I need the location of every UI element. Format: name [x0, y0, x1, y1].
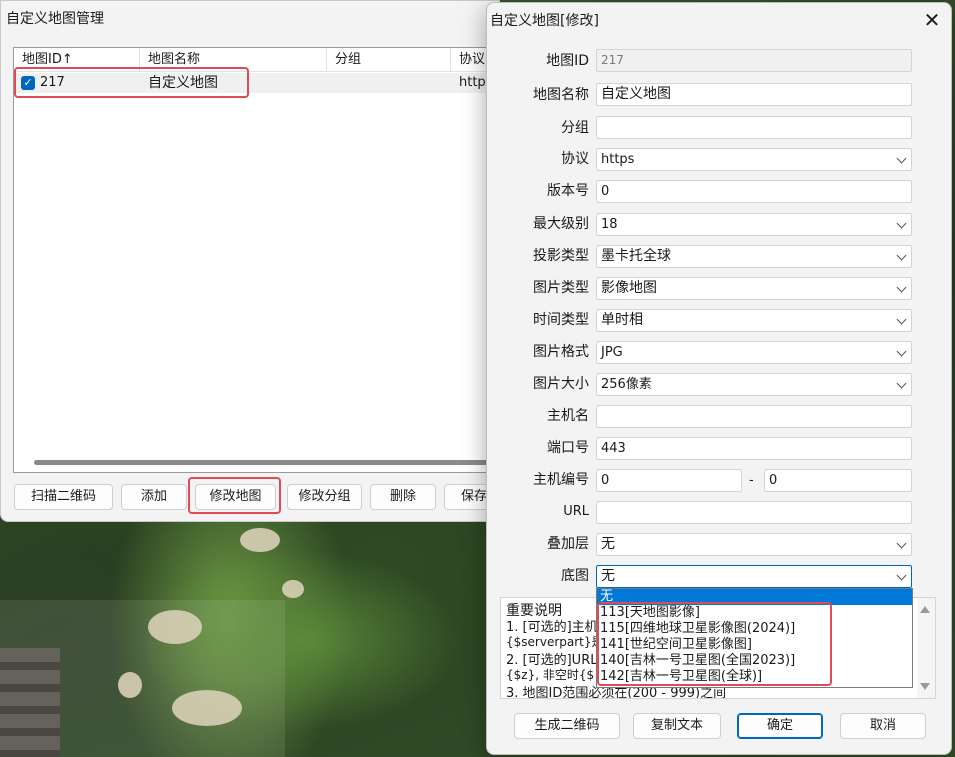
map-name-input[interactable]: 自定义地图 [596, 83, 912, 106]
generate-qr-button[interactable]: 生成二维码 [514, 713, 620, 739]
host-number-to-input[interactable]: 0 [764, 469, 912, 492]
window-title: 自定义地图管理 [6, 11, 104, 27]
map-table[interactable]: 地图ID↑ 地图名称 分组 协议 ✓ 217 自定义地图 https [13, 47, 493, 473]
label-map-id: 地图ID [546, 53, 589, 69]
dialog-title: 自定义地图[修改] [490, 13, 599, 29]
edit-map-dialog: 自定义地图[修改] ✕ 地图ID 217 地图名称 自定义地图 分组 协议 ht… [486, 2, 952, 755]
base-map-select[interactable]: 无 [596, 565, 912, 588]
label-port: 端口号 [547, 440, 589, 456]
url-input[interactable] [596, 501, 912, 524]
map-sand-bunker [282, 580, 304, 598]
label-base-map: 底图 [561, 568, 589, 584]
image-format-select[interactable]: JPG [596, 341, 912, 364]
overlay-select[interactable]: 无 [596, 533, 912, 556]
row-checkbox[interactable]: ✓ [21, 76, 35, 90]
modify-map-button[interactable]: 修改地图 [195, 484, 276, 510]
map-sand-bunker [240, 528, 280, 552]
label-projection: 投影类型 [533, 248, 589, 264]
label-version: 版本号 [547, 183, 589, 199]
protocol-select[interactable]: https [596, 148, 912, 171]
map-id-field: 217 [596, 49, 912, 72]
host-input[interactable] [596, 405, 912, 428]
modify-group-button[interactable]: 修改分组 [287, 484, 362, 510]
cell-group [335, 73, 445, 93]
label-overlay: 叠加层 [547, 536, 589, 552]
table-row[interactable]: ✓ 217 自定义地图 https [14, 73, 492, 93]
notes-line: {$z}, 非空时{$ [506, 668, 595, 682]
close-icon[interactable]: ✕ [919, 7, 945, 33]
label-url: URL [563, 504, 589, 519]
copy-text-button[interactable]: 复制文本 [633, 713, 721, 739]
map-sand-bunker [118, 672, 142, 698]
label-group: 分组 [561, 120, 589, 136]
max-level-select[interactable]: 18 [596, 213, 912, 236]
ok-button[interactable]: 确定 [737, 713, 823, 739]
label-host: 主机名 [547, 408, 589, 424]
base-map-dropdown-list[interactable]: 无 113[天地图影像] 115[四维地球卫星影像图(2024)] 141[世纪… [596, 588, 913, 688]
label-image-format: 图片格式 [533, 344, 589, 360]
base-map-option[interactable]: 142[吉林一号卫星图(全球)] [597, 669, 912, 685]
version-input[interactable]: 0 [596, 180, 912, 203]
port-input[interactable]: 443 [596, 437, 912, 460]
scroll-up-icon[interactable] [920, 606, 930, 613]
label-map-name: 地图名称 [533, 87, 589, 103]
host-number-separator: - [749, 473, 754, 488]
horizontal-scrollbar[interactable] [34, 460, 492, 465]
cancel-button[interactable]: 取消 [840, 713, 926, 739]
base-map-option[interactable]: 113[天地图影像] [597, 605, 912, 621]
column-header-map-id[interactable]: 地图ID↑ [14, 48, 140, 72]
notes-scrollbar[interactable] [917, 598, 935, 698]
label-image-size: 图片大小 [533, 376, 589, 392]
projection-select[interactable]: 墨卡托全球 [596, 245, 912, 268]
notes-line: {$serverpart}是 [506, 635, 604, 649]
label-protocol: 协议 [561, 151, 589, 167]
label-image-type: 图片类型 [533, 280, 589, 296]
base-map-option[interactable]: 140[吉林一号卫星图(全国2023)] [597, 653, 912, 669]
scroll-down-icon[interactable] [920, 683, 930, 690]
base-map-option[interactable]: 141[世纪空间卫星影像图] [597, 637, 912, 653]
image-type-select[interactable]: 影像地图 [596, 277, 912, 300]
column-header-map-name[interactable]: 地图名称 [140, 48, 327, 72]
time-type-select[interactable]: 单时相 [596, 309, 912, 332]
map-buildings [0, 648, 60, 757]
host-number-from-input[interactable]: 0 [596, 469, 742, 492]
cell-map-id: 217 [40, 75, 65, 90]
group-input[interactable] [596, 116, 912, 139]
label-max-level: 最大级别 [533, 216, 589, 232]
label-time-type: 时间类型 [533, 312, 589, 328]
add-button[interactable]: 添加 [121, 484, 187, 510]
table-header: 地图ID↑ 地图名称 分组 协议 [14, 48, 492, 72]
map-sand-bunker [148, 610, 202, 644]
base-map-option[interactable]: 无 [597, 589, 912, 605]
base-map-option[interactable]: 115[四维地球卫星影像图(2024)] [597, 621, 912, 637]
label-host-number: 主机编号 [533, 472, 589, 488]
image-size-select[interactable]: 256像素 [596, 373, 912, 396]
column-header-group[interactable]: 分组 [327, 48, 451, 72]
delete-button[interactable]: 删除 [370, 484, 436, 510]
scan-qr-button[interactable]: 扫描二维码 [14, 484, 113, 510]
cell-map-name: 自定义地图 [148, 75, 218, 91]
map-sand-bunker [172, 690, 242, 726]
map-manager-window: 自定义地图管理 地图ID↑ 地图名称 分组 协议 ✓ 217 自定义地图 htt… [0, 0, 500, 522]
